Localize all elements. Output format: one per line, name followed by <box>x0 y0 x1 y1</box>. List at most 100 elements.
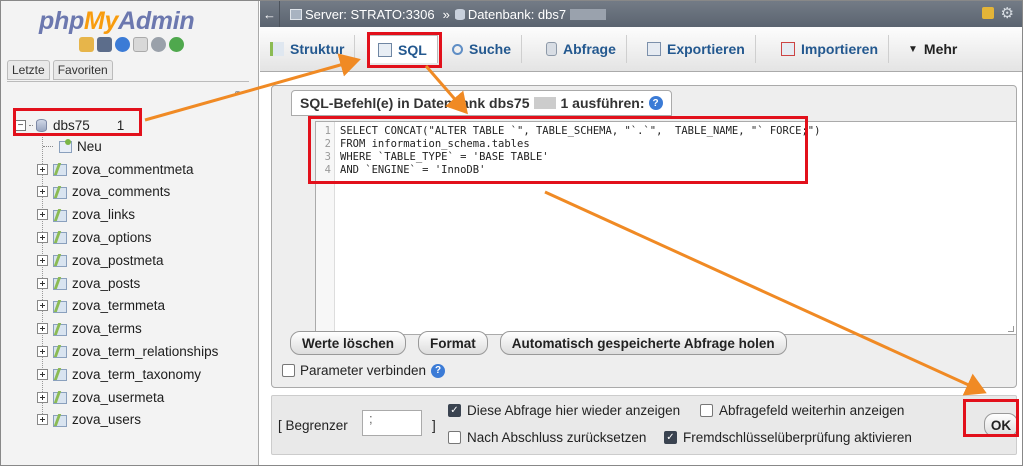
help-icon[interactable] <box>115 37 130 52</box>
expand-icon[interactable] <box>37 277 48 289</box>
fk-checks-checkbox[interactable]: ✓ <box>664 431 677 444</box>
expand-icon[interactable] <box>37 323 48 335</box>
breadcrumb-server[interactable]: Server: STRATO:3306 <box>305 7 435 22</box>
expand-icon[interactable] <box>37 391 48 403</box>
get-autosaved-query-button[interactable]: Automatisch gespeicherte Abfrage holen <box>499 331 787 355</box>
expand-icon[interactable] <box>37 368 48 380</box>
phpmyadmin-logo[interactable]: phpMyAdmin <box>39 7 195 36</box>
bind-parameters-label[interactable]: Parameter verbinden <box>300 363 426 378</box>
tab-query-label: Abfrage <box>563 41 616 57</box>
db-node[interactable]: − dbs75 1 <box>15 113 124 137</box>
tab-import[interactable]: Importieren <box>771 35 890 63</box>
tab-search[interactable]: Suche <box>442 35 523 63</box>
sidebar-item-zova-term-taxonomy[interactable]: zova_term_taxonomy <box>37 363 201 385</box>
table-name[interactable]: zova_users <box>72 412 141 427</box>
logout-icon[interactable] <box>97 37 112 52</box>
tab-more[interactable]: ▼ Mehr <box>898 35 967 63</box>
rollback-checkbox[interactable] <box>448 431 461 444</box>
keep-query-box-checkbox[interactable] <box>700 404 713 417</box>
delimiter-input[interactable]: ; <box>362 410 422 436</box>
import-icon <box>781 42 795 56</box>
reload-icon[interactable] <box>169 37 184 52</box>
fk-checks-option: ✓ Fremdschlüsselüberprüfung aktivieren <box>664 430 912 445</box>
gear-icon[interactable]: ⚙ <box>1001 4 1014 22</box>
expand-icon[interactable] <box>37 231 48 243</box>
rollback-label[interactable]: Nach Abschluss zurücksetzen <box>467 430 646 445</box>
expand-icon[interactable] <box>37 300 48 312</box>
table-name[interactable]: zova_links <box>72 207 135 222</box>
breadcrumb: Server: STRATO:3306 » Datenbank: dbs7 <box>290 7 607 22</box>
export-icon <box>647 42 661 56</box>
ok-button[interactable]: OK <box>984 413 1018 437</box>
chevron-down-icon: ▼ <box>908 43 918 55</box>
expand-icon[interactable] <box>37 186 48 198</box>
settings-icon[interactable] <box>151 37 166 52</box>
collapse-icon[interactable]: − <box>15 119 26 131</box>
sidebar-item-zova-posts[interactable]: zova_posts <box>37 272 140 294</box>
sidebar-item-zova-options[interactable]: zova_options <box>37 226 152 248</box>
expand-icon[interactable] <box>37 414 48 426</box>
sidebar-item-zova-terms[interactable]: zova_terms <box>37 318 142 340</box>
code-line: 1 SELECT CONCAT("ALTER TABLE `", TABLE_S… <box>316 125 821 138</box>
sql-editor[interactable]: 1 SELECT CONCAT("ALTER TABLE `", TABLE_S… <box>315 121 1017 335</box>
bind-parameters-checkbox[interactable] <box>282 364 295 377</box>
format-button[interactable]: Format <box>418 331 488 355</box>
expand-icon[interactable] <box>37 163 48 175</box>
show-query-again-label[interactable]: Diese Abfrage hier wieder anzeigen <box>467 403 680 418</box>
table-icon <box>52 162 68 176</box>
tab-export[interactable]: Exportieren <box>637 35 756 63</box>
help-icon[interactable]: ? <box>431 363 446 378</box>
expand-icon[interactable] <box>37 345 48 357</box>
db-name[interactable]: dbs75 1 <box>53 118 124 133</box>
main-content: SQL-Befehl(e) in Datenbank dbs75 1 ausfü… <box>260 73 1022 465</box>
home-icon[interactable] <box>79 37 94 52</box>
clear-values-button[interactable]: Werte löschen <box>290 331 407 355</box>
table-name[interactable]: zova_term_relationships <box>72 344 218 359</box>
new-table-item[interactable]: Neu <box>43 135 102 157</box>
help-icon[interactable]: ? <box>648 96 663 110</box>
table-name[interactable]: zova_term_taxonomy <box>72 367 201 382</box>
editor-resize-handle[interactable] <box>1008 326 1014 332</box>
collapse-nav-button[interactable]: ← <box>260 1 280 27</box>
expand-icon[interactable] <box>37 209 48 221</box>
show-query-again-checkbox[interactable]: ✓ <box>448 404 461 417</box>
breadcrumb-database[interactable]: Datenbank: dbs7 <box>468 7 566 22</box>
new-table-label[interactable]: Neu <box>77 139 102 154</box>
docs-icon[interactable] <box>133 37 148 52</box>
table-name[interactable]: zova_termmeta <box>72 298 165 313</box>
lock-icon <box>982 7 994 19</box>
table-name[interactable]: zova_postmeta <box>72 253 164 268</box>
search-icon <box>452 43 463 55</box>
table-name[interactable]: zova_comments <box>72 184 170 199</box>
sidebar-item-zova-comments[interactable]: zova_comments <box>37 181 170 203</box>
database-icon <box>36 118 47 132</box>
sidebar-item-zova-commentmeta[interactable]: zova_commentmeta <box>37 158 194 180</box>
fk-checks-label[interactable]: Fremdschlüsselüberprüfung aktivieren <box>683 430 912 445</box>
tab-favorites[interactable]: Favoriten <box>52 60 113 80</box>
tab-recent[interactable]: Letzte <box>7 60 50 80</box>
delimiter-bracket: ] <box>432 418 436 433</box>
link-icon[interactable]: ⚭ <box>233 87 242 100</box>
table-name[interactable]: zova_commentmeta <box>72 162 194 177</box>
code-line: 4 AND `ENGINE` = 'InnoDB' <box>316 164 486 177</box>
tab-query[interactable]: Abfrage <box>536 35 627 63</box>
expand-icon[interactable] <box>37 254 48 266</box>
sidebar-item-zova-links[interactable]: zova_links <box>37 204 135 226</box>
tab-sql[interactable]: SQL <box>367 35 438 63</box>
sidebar-item-zova-postmeta[interactable]: zova_postmeta <box>37 249 164 271</box>
table-name[interactable]: zova_posts <box>72 276 140 291</box>
line-number: 1 <box>324 125 331 137</box>
editor-buttons: Werte löschen Format Automatisch gespeic… <box>290 331 787 355</box>
rollback-option: Nach Abschluss zurücksetzen <box>448 430 646 445</box>
sidebar-item-zova-usermeta[interactable]: zova_usermeta <box>37 386 164 408</box>
table-name[interactable]: zova_terms <box>72 321 142 336</box>
tab-sql-label: SQL <box>398 41 427 58</box>
keep-query-box-label[interactable]: Abfragefeld weiterhin anzeigen <box>719 403 904 418</box>
server-icon <box>290 8 302 20</box>
table-name[interactable]: zova_usermeta <box>72 390 164 405</box>
sidebar-item-zova-term-relationships[interactable]: zova_term_relationships <box>37 340 218 362</box>
sidebar-item-zova-termmeta[interactable]: zova_termmeta <box>37 295 165 317</box>
tab-structure[interactable]: Struktur <box>260 35 356 63</box>
table-name[interactable]: zova_options <box>72 230 152 245</box>
sidebar-item-zova-users[interactable]: zova_users <box>37 409 141 431</box>
